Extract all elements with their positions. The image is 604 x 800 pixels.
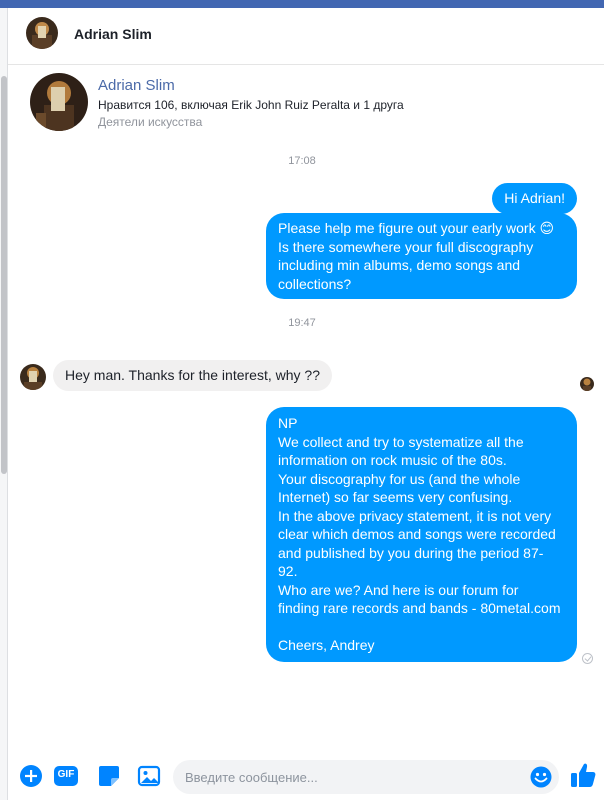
incoming-message[interactable]: Hey man. Thanks for the interest, why ??: [53, 360, 332, 391]
message-line: Please help me figure out your early wor…: [278, 220, 555, 236]
message-line: Who are we? And here is our forum for: [278, 581, 519, 598]
outgoing-message[interactable]: NP We collect and try to systematize all…: [266, 407, 577, 662]
profile-name[interactable]: Adrian Slim: [98, 77, 175, 94]
photo-icon[interactable]: [136, 763, 162, 789]
timestamp: 17:08: [288, 155, 316, 167]
header-avatar[interactable]: [26, 17, 58, 49]
message-line: information on rock music of the 80s.: [278, 452, 507, 468]
message-line: Cheers, Andrey: [278, 637, 375, 653]
header-title[interactable]: Adrian Slim: [74, 26, 152, 42]
gif-icon[interactable]: GIF: [53, 763, 79, 789]
message-line: Internet) so far seems very confusing.: [278, 489, 513, 505]
message-line: Is there somewhere your full discography: [278, 238, 534, 255]
message-line: We collect and try to systematize all th…: [278, 433, 524, 450]
profile-likes: Нравится 106, включая Erik John Ruiz Per…: [98, 98, 404, 112]
message-line: clear which demos and songs were recorde…: [278, 526, 556, 542]
message-line: collections?: [278, 275, 352, 292]
top-window-bar: [0, 0, 604, 8]
message-composer: GIF: [8, 755, 604, 800]
profile-category: Деятели искусства: [98, 115, 203, 129]
plus-icon[interactable]: [18, 763, 44, 789]
message-input-wrap: [173, 760, 559, 794]
gif-label: GIF: [57, 769, 75, 780]
outgoing-message[interactable]: Please help me figure out your early wor…: [266, 213, 577, 299]
timestamp: 19:47: [288, 317, 316, 329]
message-line: and published by you during the period 8…: [278, 544, 544, 561]
chat-header: Adrian Slim: [8, 8, 604, 65]
seen-indicator-avatar: [580, 377, 594, 391]
message-line: finding rare records and bands - 80metal…: [278, 600, 561, 616]
message-line: 92.: [278, 563, 298, 579]
profile-avatar[interactable]: [30, 73, 88, 131]
check-circle-icon: [582, 653, 593, 664]
message-input[interactable]: [185, 760, 515, 794]
message-line: NP: [278, 415, 298, 431]
left-scroll-track[interactable]: [0, 8, 8, 800]
thumbs-up-icon[interactable]: [569, 761, 597, 789]
profile-summary: Adrian Slim Нравится 106, включая Erik J…: [30, 73, 590, 133]
message-line: Hi Adrian!: [504, 190, 565, 206]
sticker-icon[interactable]: [96, 763, 122, 789]
message-line: including min albums, demo songs and: [278, 257, 521, 273]
scrollbar-thumb[interactable]: [1, 76, 7, 474]
emoji-icon[interactable]: [529, 765, 553, 789]
message-line: Your discography for us (and the whole: [278, 470, 521, 487]
sender-avatar[interactable]: [20, 364, 46, 390]
message-line: In the above privacy statement, it is no…: [278, 507, 552, 524]
message-line: Hey man. Thanks for the interest, why ??: [65, 367, 320, 383]
outgoing-message[interactable]: Hi Adrian!: [492, 183, 577, 214]
